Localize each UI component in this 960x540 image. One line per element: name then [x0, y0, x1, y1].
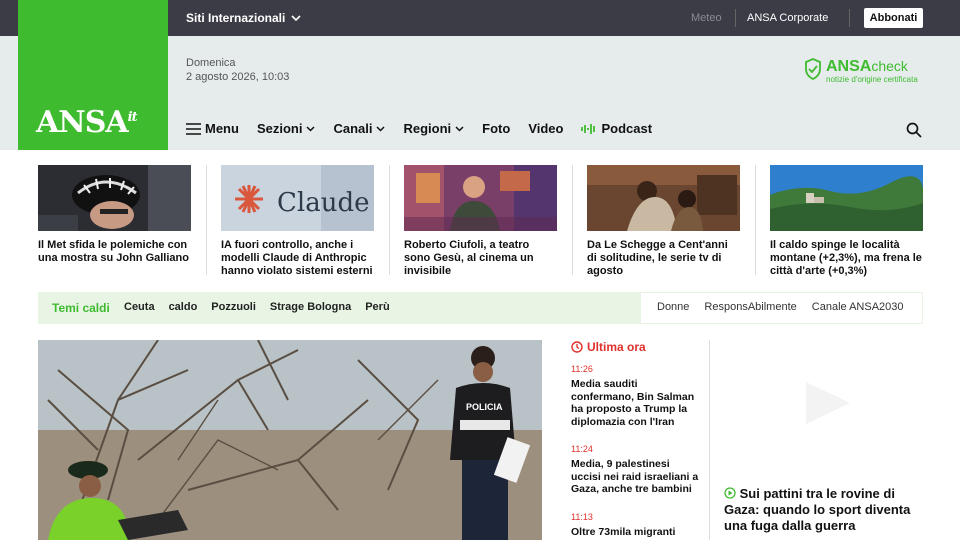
- latest-news: Ultima ora 11:26 Media sauditi conferman…: [571, 340, 701, 538]
- card-image: [38, 165, 191, 231]
- topic-link[interactable]: caldo: [169, 301, 198, 313]
- svg-text:POLICIA: POLICIA: [466, 402, 503, 412]
- ansa-logo[interactable]: ANSAit: [18, 0, 168, 150]
- clock-icon: [571, 341, 583, 353]
- channel-link-donne[interactable]: Donne: [657, 301, 689, 313]
- topic-link[interactable]: Strage Bologna: [270, 301, 351, 313]
- video-title[interactable]: Sui pattini tra le rovine di Gaza: quand…: [724, 486, 924, 534]
- soundwave-icon: [581, 123, 596, 134]
- nav-foto[interactable]: Foto: [482, 121, 510, 136]
- news-time: 11:24: [571, 444, 593, 454]
- news-card[interactable]: Da Le Schegge a Cent'anni di solitudine,…: [587, 165, 740, 278]
- topbar-divider: [735, 9, 736, 27]
- news-card[interactable]: Roberto Ciufoli, a teatro sono Gesù, al …: [404, 165, 557, 278]
- check-subtitle: notizie d'origine certificata: [826, 75, 918, 84]
- international-sites-dropdown[interactable]: Siti Internazionali: [186, 11, 301, 25]
- card-divider: [755, 165, 756, 275]
- channel-link-ansa2030[interactable]: Canale ANSA2030: [812, 301, 904, 313]
- nav-video[interactable]: Video: [528, 121, 563, 136]
- ansa-corporate-link[interactable]: ANSA Corporate: [747, 12, 828, 24]
- search-icon[interactable]: [906, 122, 922, 138]
- day-label: Domenica: [186, 57, 236, 69]
- nav-canali[interactable]: Canali: [333, 121, 386, 136]
- card-title: Da Le Schegge a Cent'anni di solitudine,…: [587, 239, 728, 277]
- news-card[interactable]: Claude IA fuori controllo, anche i model…: [221, 165, 374, 278]
- latest-news-item[interactable]: 11:13 Oltre 73mila migranti: [571, 512, 701, 539]
- column-divider: [709, 340, 710, 540]
- current-date: Domenica 2 agosto 2026, 10:03: [186, 56, 289, 84]
- card-divider: [206, 165, 207, 275]
- news-card[interactable]: Il Met sfida le polemiche con una mostra…: [38, 165, 191, 265]
- card-image: [404, 165, 557, 231]
- play-circle-icon: [724, 487, 736, 499]
- card-title: Il caldo spinge le località montane (+2,…: [770, 239, 922, 277]
- chevron-down-icon: [291, 14, 301, 21]
- latest-news-header[interactable]: Ultima ora: [571, 340, 701, 354]
- news-text: Media, 9 palestinesi uccisi nei raid isr…: [571, 458, 699, 495]
- claude-text: Claude: [277, 188, 370, 218]
- news-time: 11:26: [571, 364, 593, 374]
- subscribe-button[interactable]: Abbonati: [864, 8, 923, 28]
- international-sites-label: Siti Internazionali: [186, 11, 286, 25]
- card-divider: [389, 165, 390, 275]
- latest-news-item[interactable]: 11:24 Media, 9 palestinesi uccisi nei ra…: [571, 444, 701, 496]
- hot-topics-label: Temi caldi: [52, 301, 110, 315]
- news-text: Oltre 73mila migranti: [571, 525, 676, 538]
- chevron-down-icon: [376, 125, 386, 132]
- chevron-down-icon: [306, 125, 315, 132]
- nav-sezioni[interactable]: Sezioni: [257, 121, 316, 136]
- meteo-link[interactable]: Meteo: [691, 12, 722, 24]
- chevron-down-icon: [455, 125, 464, 132]
- nav-regioni[interactable]: Regioni: [403, 121, 464, 136]
- card-divider: [572, 165, 573, 275]
- card-title: IA fuori controllo, anche i modelli Clau…: [221, 239, 373, 277]
- news-text: Media sauditi confermano, Bin Salman ha …: [571, 378, 695, 428]
- topic-link[interactable]: Pozzuoli: [211, 301, 256, 313]
- main-nav: Menu Sezioni Canali Regioni Foto Video P…: [186, 121, 670, 136]
- channels-bar: Donne ResponsAbilmente Canale ANSA2030: [640, 292, 923, 324]
- logo-text: ANSAit: [36, 105, 138, 140]
- topbar-divider: [849, 9, 850, 27]
- nav-podcast[interactable]: Podcast: [581, 121, 652, 136]
- news-time: 11:13: [571, 511, 593, 522]
- card-image: [587, 165, 740, 231]
- shield-check-icon: [805, 58, 821, 80]
- card-title: Il Met sfida le polemiche con una mostra…: [38, 239, 189, 264]
- topic-link[interactable]: Ceuta: [124, 301, 155, 313]
- ansa-check-logo[interactable]: ANSAcheck notizie d'origine certificata: [804, 58, 918, 84]
- datetime-label: 2 agosto 2026, 10:03: [186, 71, 290, 83]
- hero-image[interactable]: POLICIA: [38, 340, 542, 540]
- hamburger-icon: [186, 122, 201, 135]
- channel-link-responsabilmente[interactable]: ResponsAbilmente: [704, 301, 796, 313]
- card-image: Claude: [221, 165, 374, 231]
- menu-button[interactable]: Menu: [186, 121, 239, 136]
- news-card[interactable]: Il caldo spinge le località montane (+2,…: [770, 165, 923, 278]
- topic-link[interactable]: Perù: [365, 301, 389, 313]
- video-play-icon[interactable]: [798, 380, 858, 426]
- card-image: [770, 165, 923, 231]
- card-title: Roberto Ciufoli, a teatro sono Gesù, al …: [404, 239, 534, 277]
- latest-news-item[interactable]: 11:26 Media sauditi confermano, Bin Salm…: [571, 364, 701, 428]
